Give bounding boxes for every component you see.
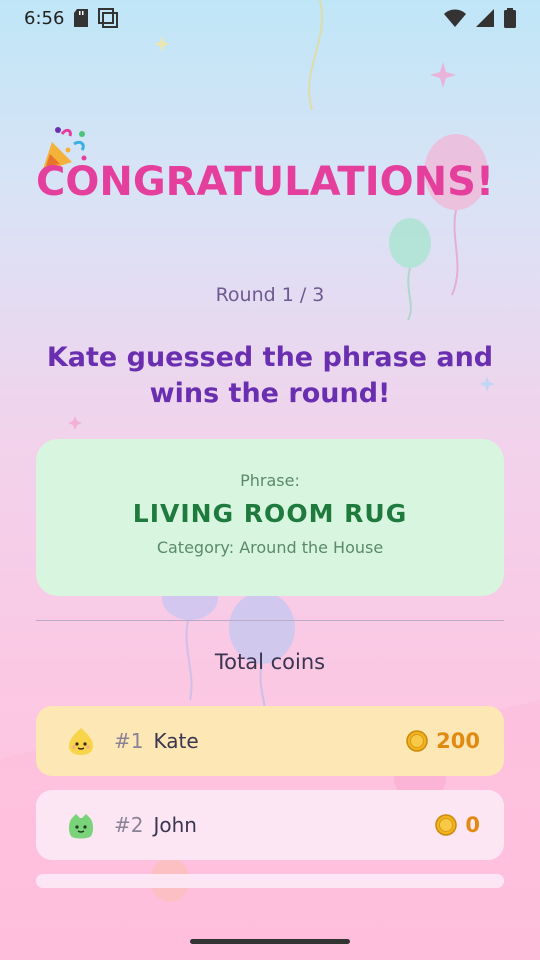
- signal-icon: [476, 9, 494, 27]
- page-title: CONGRATULATIONS!: [36, 159, 495, 205]
- player-rank: #1: [114, 729, 144, 753]
- player-coins: 200: [436, 729, 480, 753]
- round-result-message: Kate guessed the phrase and wins the rou…: [46, 342, 494, 409]
- leaderboard-row: #1 Kate 200: [36, 706, 504, 776]
- green-blob-avatar-icon: [69, 814, 93, 839]
- screenshot-icon: [98, 8, 119, 28]
- player-name: Kate: [153, 729, 199, 753]
- player-rank: #2: [114, 813, 144, 837]
- status-time: 6:56: [24, 7, 65, 29]
- total-coins-heading: Total coins: [214, 650, 326, 674]
- phrase-card: Phrase: LIVING ROOM RUG Category: Around…: [36, 439, 504, 596]
- coin-icon: [435, 814, 458, 836]
- player-name: John: [153, 813, 197, 837]
- phrase-text: LIVING ROOM RUG: [132, 499, 408, 528]
- home-indicator[interactable]: [190, 939, 350, 944]
- player-coins: 0: [465, 813, 480, 837]
- leaderboard-row: #2 John 0: [36, 790, 504, 860]
- yellow-blob-avatar-icon: [69, 728, 93, 755]
- coin-icon: [406, 730, 428, 752]
- continue-button-partial[interactable]: [36, 874, 504, 888]
- status-bar: 6:56: [0, 0, 540, 36]
- battery-icon: [504, 8, 516, 28]
- phrase-category: Category: Around the House: [156, 538, 384, 557]
- divider: [36, 620, 504, 621]
- sd-card-icon: [74, 9, 89, 27]
- round-indicator: Round 1 / 3: [215, 284, 325, 306]
- phrase-label: Phrase:: [240, 471, 300, 490]
- wifi-icon: [444, 9, 466, 27]
